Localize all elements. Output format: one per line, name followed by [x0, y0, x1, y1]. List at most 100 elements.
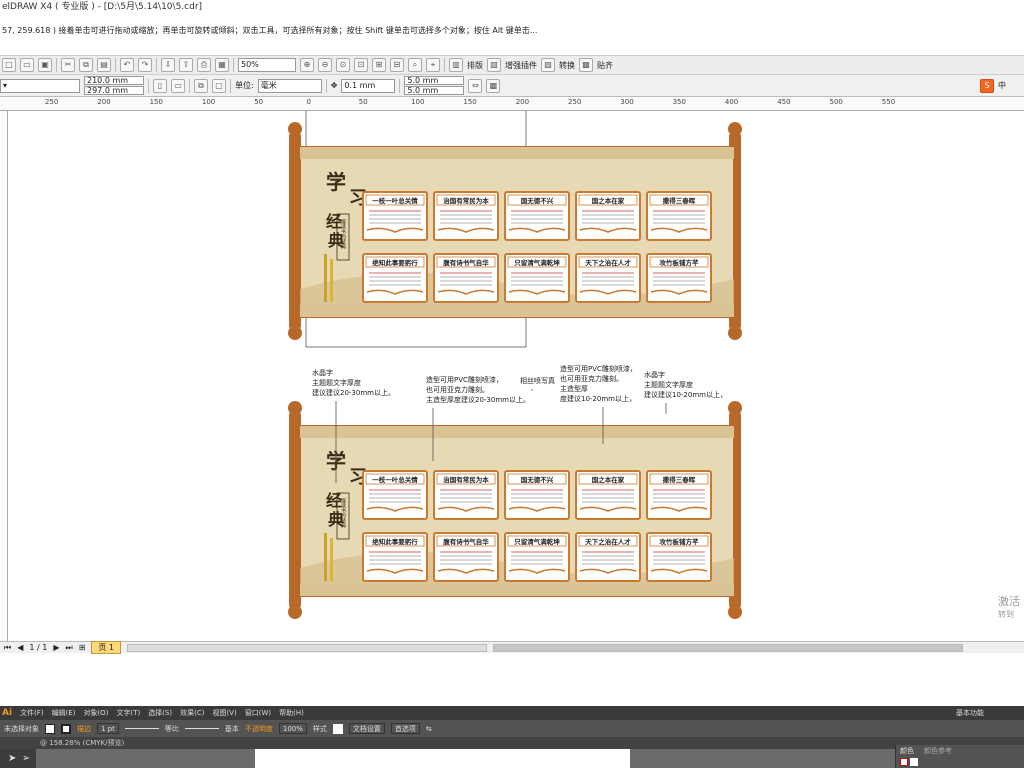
- nudge-input[interactable]: 0.1 mm: [341, 78, 396, 93]
- scroll-rod-left-knob-bottom: [288, 605, 302, 619]
- units-to-page-icon[interactable]: ⇔: [468, 78, 483, 93]
- snap-icon[interactable]: ▩: [579, 58, 593, 72]
- zoom-width-icon[interactable]: ⊞: [372, 58, 386, 72]
- page-height-input[interactable]: 297.0 mm: [84, 86, 144, 95]
- ai-workspace[interactable]: 基本功能: [956, 708, 984, 718]
- annotation-text: 造型可用PVC雕刻喷漆，: [426, 375, 503, 384]
- illustrator-control-bar: 未选择对象 描边 1 pt 等比 基本 不透明度 100% 样式 文档设置 首选…: [0, 720, 1024, 737]
- ai-menu-view[interactable]: 视图(V): [212, 708, 236, 718]
- ai-arrange-icon[interactable]: ⇆: [426, 725, 432, 733]
- ime-zh-icon[interactable]: 中: [998, 80, 1006, 91]
- unit-label: 单位:: [235, 81, 254, 90]
- page-size-select[interactable]: ▾: [0, 78, 80, 93]
- ai-style-swatch-icon[interactable]: [332, 723, 343, 734]
- all-pages-icon[interactable]: ⧉: [194, 78, 208, 93]
- duplicate-x-input[interactable]: 5.0 mm: [404, 76, 465, 85]
- open-icon[interactable]: ▭: [20, 58, 34, 72]
- book-title: 撒得三春晖: [663, 196, 696, 205]
- ai-direct-select-icon[interactable]: ➢: [22, 753, 30, 764]
- redo-icon[interactable]: ↷: [138, 58, 152, 72]
- ai-menu-object[interactable]: 对象(O): [83, 708, 108, 718]
- print-icon[interactable]: ⎙: [197, 58, 211, 72]
- ai-document-tab[interactable]: @ 158.28% (CMYK/预览): [0, 737, 1024, 749]
- export-icon[interactable]: ⇧: [179, 58, 193, 72]
- landscape-icon[interactable]: ▭: [171, 78, 185, 93]
- ai-menu-window[interactable]: 窗口(W): [245, 708, 271, 718]
- ruler-tick-label: 350: [672, 98, 686, 106]
- menu-plugins[interactable]: 增强插件: [505, 60, 537, 71]
- annotation-text: 水晶字: [312, 368, 333, 377]
- ai-menu-select[interactable]: 选择(S): [148, 708, 172, 718]
- ai-menu-effect[interactable]: 效果(C): [180, 708, 204, 718]
- prev-page-icon[interactable]: ◀: [17, 642, 23, 653]
- zoom-select[interactable]: 50%: [238, 58, 296, 72]
- zoom-fit-icon[interactable]: ⊙: [336, 58, 350, 72]
- paste-icon[interactable]: ▤: [97, 58, 111, 72]
- convert-icon[interactable]: ▨: [541, 58, 555, 72]
- annotation-text: 也可用亚克力雕刻。: [560, 374, 623, 383]
- input-method-icon[interactable]: S: [980, 78, 994, 93]
- import-icon[interactable]: ⇩: [161, 58, 175, 72]
- add-page-icon[interactable]: ⊞: [79, 642, 86, 653]
- layout-icon[interactable]: ▥: [449, 58, 463, 72]
- undo-icon[interactable]: ↶: [120, 58, 134, 72]
- page-width-input[interactable]: 210.0 mm: [84, 76, 144, 85]
- menu-convert[interactable]: 转换: [559, 60, 575, 71]
- ai-opacity-label[interactable]: 不透明度: [245, 724, 273, 734]
- ai-menu-file[interactable]: 文件(F): [20, 708, 44, 718]
- ai-equal-label[interactable]: 等比: [165, 724, 179, 734]
- horizontal-ruler[interactable]: 250 200 150 100 50 0 50 100 150 200 250 300 350 400 45…: [0, 97, 1024, 111]
- launcher-icon[interactable]: ▦: [215, 58, 229, 72]
- annotation-text: 水晶字: [644, 370, 665, 379]
- duplicate-distance: 5.0 mm 5.0 mm: [404, 76, 465, 95]
- unit-select[interactable]: 毫米: [257, 78, 322, 93]
- last-page-icon[interactable]: ⏭: [65, 642, 72, 653]
- ai-artboard[interactable]: [255, 749, 630, 768]
- duplicate-y-input[interactable]: 5.0 mm: [404, 86, 465, 95]
- zoom-in-icon[interactable]: ⊕: [300, 58, 314, 72]
- horizontal-scrollbar[interactable]: [493, 643, 964, 652]
- page-navigation: ⏮ ◀ 1 / 1 ▶ ⏭ ⊞ 页 1: [0, 641, 1024, 654]
- current-page-icon[interactable]: ▢: [212, 78, 226, 93]
- plugin-icon[interactable]: ▧: [487, 58, 501, 72]
- horizontal-scroll-left[interactable]: [127, 643, 488, 652]
- zoom-selection-icon[interactable]: ⌕: [408, 58, 422, 72]
- ai-opacity-value[interactable]: 100%: [278, 723, 307, 734]
- zoom-out-icon[interactable]: ⊖: [318, 58, 332, 72]
- treat-as-filled-icon[interactable]: ▩: [486, 78, 501, 93]
- zoom-height-icon[interactable]: ⊟: [390, 58, 404, 72]
- portrait-icon[interactable]: ▯: [153, 78, 167, 93]
- ai-preferences-button[interactable]: 首选项: [390, 723, 420, 734]
- ai-panel-tab-color[interactable]: 颜色: [900, 746, 914, 756]
- ai-menu-edit[interactable]: 编辑(E): [52, 708, 76, 718]
- ai-selection-tool-icon[interactable]: ➤: [8, 753, 16, 764]
- fill-swatch-icon[interactable]: [45, 723, 55, 734]
- ai-panel-tab-color-ref[interactable]: 颜色参考: [924, 746, 952, 756]
- zoom-all-icon[interactable]: ⌖: [426, 58, 440, 72]
- cut-icon[interactable]: ✂: [61, 58, 75, 72]
- scroll-board-bottom: 学习经典展读书的经典一枝一叶总关情 治国有常民为本 国无德不兴 国之本在家 撒得三春晖绝…: [288, 401, 742, 619]
- ai-fill-none-icon[interactable]: [900, 758, 908, 766]
- ai-stroke-label[interactable]: 描边: [77, 724, 91, 734]
- ai-doc-setup-button[interactable]: 文档设置: [348, 723, 385, 734]
- drawing-canvas[interactable]: 学习经典展读书的经典 一枝一叶总关情 治国有常民为本 国无德不兴 国之本在家 撒得三春晖绝…: [8, 111, 1024, 641]
- book-title: 国之本在家: [592, 196, 625, 205]
- new-icon[interactable]: □: [2, 58, 16, 72]
- ai-basic-label[interactable]: 基本: [225, 724, 239, 734]
- page-tab[interactable]: 页 1: [91, 641, 122, 654]
- menu-layout[interactable]: 排版: [467, 60, 483, 71]
- ai-stroke-weight[interactable]: 1 pt: [97, 723, 119, 734]
- vertical-ruler[interactable]: [0, 111, 8, 641]
- stroke-swatch-icon[interactable]: [61, 723, 71, 734]
- menu-snap[interactable]: 贴齐: [597, 60, 613, 71]
- zoom-page-icon[interactable]: ⊡: [354, 58, 368, 72]
- save-icon[interactable]: ▣: [38, 58, 52, 72]
- annotation-text: 主题题文字厚度: [644, 380, 693, 389]
- bamboo-stalk: [330, 538, 333, 581]
- ai-white-swatch-icon[interactable]: [910, 758, 918, 766]
- ai-menu-help[interactable]: 帮助(H): [279, 708, 304, 718]
- copy-icon[interactable]: ⧉: [79, 58, 93, 72]
- ai-menu-type[interactable]: 文字(T): [116, 708, 140, 718]
- first-page-icon[interactable]: ⏮: [4, 642, 11, 653]
- next-page-icon[interactable]: ▶: [53, 642, 59, 653]
